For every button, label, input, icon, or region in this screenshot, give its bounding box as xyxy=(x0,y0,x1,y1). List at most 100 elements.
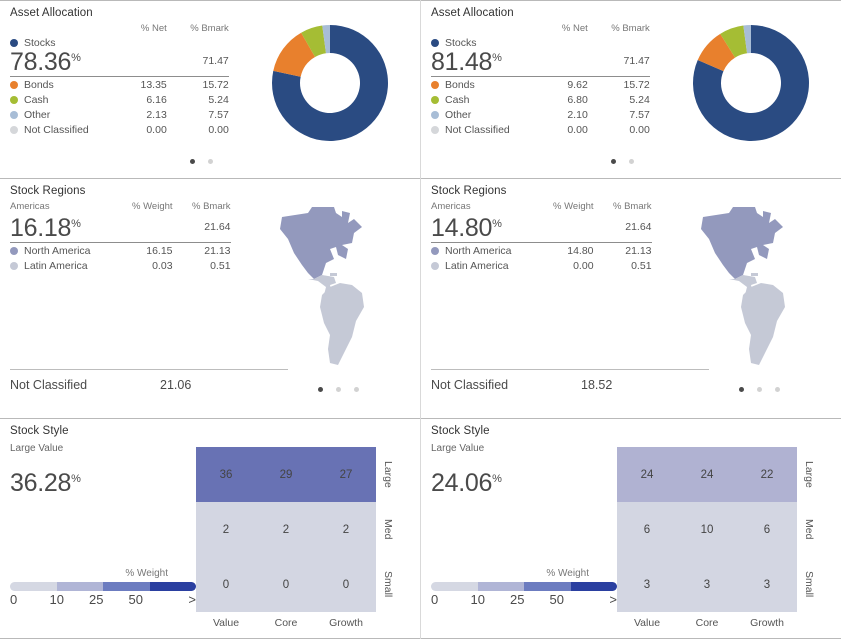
row-bmark-value: 0.51 xyxy=(631,260,652,273)
table-row[interactable]: Cash 6.16 5.24 xyxy=(10,92,229,107)
table-row[interactable]: Latin America 0.03 0.51 xyxy=(10,258,231,273)
row-label: Other xyxy=(10,107,89,122)
pagination-dot[interactable] xyxy=(775,387,780,392)
row-net-value: 2.13 xyxy=(146,109,167,122)
legend-dot-north-america xyxy=(10,247,18,256)
column-header-net: % Net xyxy=(140,23,167,34)
style-box-cell[interactable]: 6 xyxy=(737,502,797,557)
style-box-cell[interactable]: 24 xyxy=(677,447,737,502)
pagination-dot[interactable] xyxy=(318,387,323,392)
table-row[interactable]: Not Classified 0.00 0.00 xyxy=(10,122,229,137)
row-bmark-value: 0.00 xyxy=(208,124,229,137)
row-bmark-value: 15.72 xyxy=(623,79,650,92)
style-box-cell[interactable]: 3 xyxy=(617,557,677,612)
style-box-cell[interactable]: 10 xyxy=(677,502,737,557)
not-classified-label: Not Classified xyxy=(431,378,509,392)
not-classified-label: Not Classified xyxy=(10,378,88,392)
stock-style-panel-right: Stock Style Large Value 24.06% % Weight … xyxy=(421,418,841,639)
gradient-segment-50-plus xyxy=(570,582,617,591)
pagination-dot[interactable] xyxy=(629,159,634,164)
gradient-segment-10-25 xyxy=(56,582,103,591)
style-box-cell[interactable]: 36 xyxy=(196,447,256,502)
style-box-cell[interactable]: 29 xyxy=(256,447,316,502)
map-region-north-america[interactable] xyxy=(701,207,783,279)
legend-tick: 50 xyxy=(549,592,564,607)
row-bmark-value: 5.24 xyxy=(629,94,650,107)
asset-allocation-donut-chart xyxy=(689,21,831,150)
style-box-cell[interactable]: 22 xyxy=(737,447,797,502)
stock-regions-pagination[interactable] xyxy=(318,387,359,392)
asset-allocation-pagination[interactable] xyxy=(190,159,213,164)
portfolio-column-left: Asset Allocation % Net% Bmark Stocks 78.36… xyxy=(0,0,421,639)
style-box-cell[interactable]: 3 xyxy=(737,557,797,612)
hero-bmark-value: 71.47 xyxy=(202,55,229,68)
row-label: Cash xyxy=(10,92,89,107)
stock-regions-table: Americas % Weight % Bmark 16.18% 21.64 North … xyxy=(10,201,231,273)
table-row[interactable]: North America 16.15 21.13 xyxy=(10,243,231,259)
style-box-chart: 24 24 22 6 10 6 3 3 3 Value Core Growth Large Med Smal… xyxy=(617,441,831,637)
style-box-row-label: Small xyxy=(803,571,815,598)
table-row[interactable]: North America 14.80 21.13 xyxy=(431,243,652,259)
map-region-latin-america[interactable] xyxy=(320,283,364,365)
style-box-row-label: Small xyxy=(382,571,394,598)
style-box-cell[interactable]: 0 xyxy=(316,557,376,612)
pagination-dot[interactable] xyxy=(354,387,359,392)
style-box-column-label: Value xyxy=(212,617,240,629)
style-box-cell[interactable]: 24 xyxy=(617,447,677,502)
row-weight-value: 16.15 xyxy=(146,245,173,258)
pagination-dot[interactable] xyxy=(739,387,744,392)
map-region-north-america[interactable] xyxy=(280,207,362,279)
gradient-segment-25-50 xyxy=(103,582,150,591)
stock-regions-pagination[interactable] xyxy=(739,387,780,392)
style-box-row-label: Med xyxy=(382,519,394,540)
style-box-cell[interactable]: 2 xyxy=(196,502,256,557)
gradient-segment-50-plus xyxy=(149,582,196,591)
table-row[interactable]: Not Classified 0.00 0.00 xyxy=(431,122,650,137)
asset-allocation-table: % Net% Bmark Stocks 81.48% 71.47 Bonds 9.62 15… xyxy=(431,23,650,137)
table-row[interactable]: Other 2.10 7.57 xyxy=(431,107,650,122)
row-net-value: 2.10 xyxy=(567,109,588,122)
row-label: Not Classified xyxy=(10,122,89,137)
table-row[interactable]: Cash 6.80 5.24 xyxy=(431,92,650,107)
style-category-label: Large Value xyxy=(431,443,485,454)
column-header-bmark: % Bmark xyxy=(191,201,231,212)
legend-dot-not-classified xyxy=(10,126,18,135)
style-box-cell[interactable]: 3 xyxy=(677,557,737,612)
style-box-grid: 36 29 27 2 2 2 0 0 0 xyxy=(196,447,376,612)
style-box-cell[interactable]: 6 xyxy=(617,502,677,557)
row-label: North America xyxy=(10,243,91,259)
row-net-value: 9.62 xyxy=(567,79,588,92)
style-box-cell[interactable]: 27 xyxy=(316,447,376,502)
row-label: Latin America xyxy=(10,258,91,273)
asset-allocation-pagination[interactable] xyxy=(611,159,634,164)
column-header-weight: % Weight xyxy=(553,201,594,212)
hero-bmark-value: 21.64 xyxy=(204,221,231,234)
column-header-name xyxy=(10,23,89,37)
legend-tick: 0 xyxy=(431,592,439,607)
style-box-cell[interactable]: 2 xyxy=(256,502,316,557)
weight-legend-title: % Weight xyxy=(546,568,589,579)
table-header-row: Americas % Weight % Bmark xyxy=(10,201,231,215)
row-net-value: 0.00 xyxy=(567,124,588,137)
column-header-name: Americas xyxy=(10,201,50,212)
pagination-dot[interactable] xyxy=(208,159,213,164)
table-row[interactable]: Other 2.13 7.57 xyxy=(10,107,229,122)
americas-map-graphic xyxy=(699,203,831,380)
weight-legend: % Weight 0 10 25 50 > xyxy=(0,568,210,607)
table-row[interactable]: Bonds 13.35 15.72 xyxy=(10,77,229,93)
row-bmark-value: 0.00 xyxy=(629,124,650,137)
map-region-latin-america[interactable] xyxy=(741,283,785,365)
table-row[interactable]: Bonds 9.62 15.72 xyxy=(431,77,650,93)
style-box-cell[interactable]: 0 xyxy=(256,557,316,612)
pagination-dot[interactable] xyxy=(757,387,762,392)
hero-value-row: 78.36% 71.47 xyxy=(10,49,229,76)
table-row[interactable]: Latin America 0.00 0.51 xyxy=(431,258,652,273)
row-label: Bonds xyxy=(10,77,89,93)
style-box-cell[interactable]: 2 xyxy=(316,502,376,557)
row-bmark-value: 0.51 xyxy=(210,260,231,273)
pagination-dot[interactable] xyxy=(190,159,195,164)
style-box-cell[interactable]: 0 xyxy=(196,557,256,612)
pagination-dot[interactable] xyxy=(336,387,341,392)
legend-dot-stocks xyxy=(431,39,439,47)
pagination-dot[interactable] xyxy=(611,159,616,164)
